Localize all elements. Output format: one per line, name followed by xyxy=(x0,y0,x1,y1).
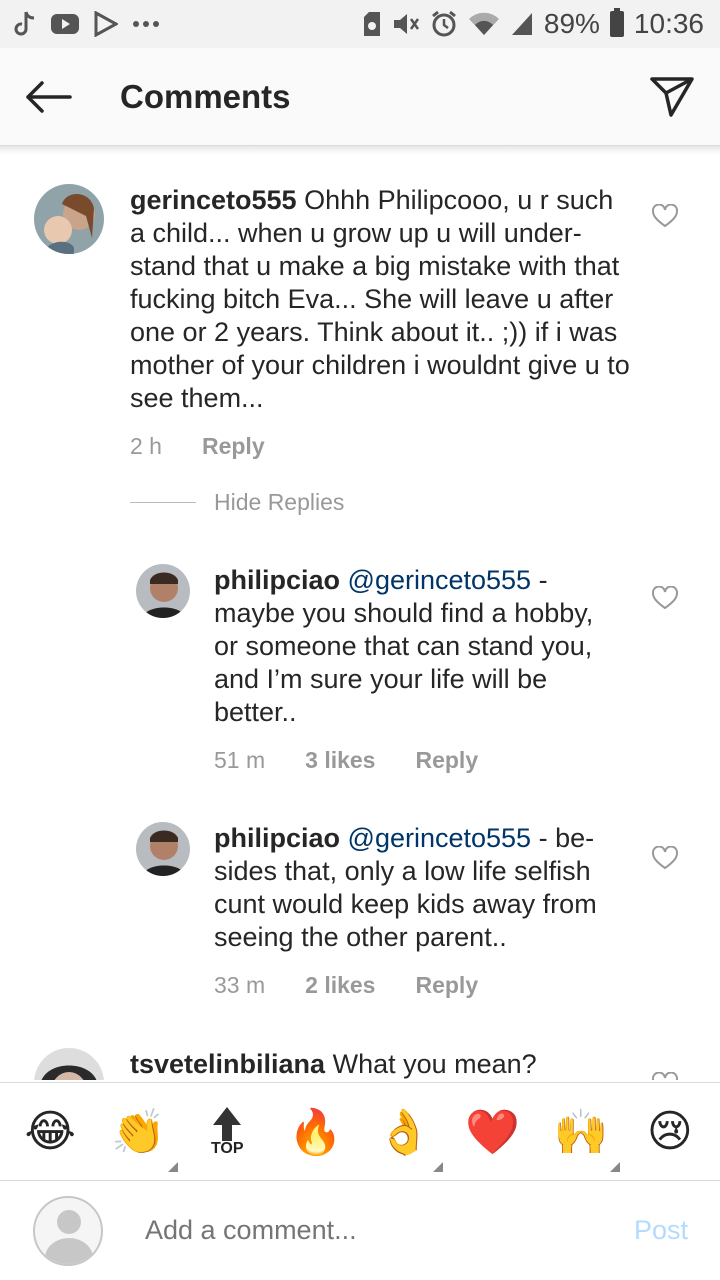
comment-item: tsvetelinbiliana What you mean? xyxy=(34,1048,634,1080)
clapping-hands-glyph: 👏 xyxy=(111,1106,167,1158)
avatar[interactable] xyxy=(34,184,104,254)
likes-count[interactable]: 2 likes xyxy=(305,972,375,999)
share-button[interactable] xyxy=(624,48,720,146)
comment-meta: 33 m 2 likes Reply xyxy=(214,972,624,999)
comment-time: 2 h xyxy=(130,433,162,459)
comment-input[interactable] xyxy=(145,1215,575,1246)
comment-time: 51 m xyxy=(214,747,266,773)
variant-indicator xyxy=(167,1161,178,1172)
raising-hands-emoji[interactable]: 🙌 xyxy=(546,1106,621,1172)
back-arrow-icon xyxy=(26,80,72,113)
top-label: TOP xyxy=(210,1139,244,1157)
comment-composer: Post xyxy=(0,1180,720,1280)
mention-link[interactable]: @gerinceto555 xyxy=(348,823,532,853)
back-button[interactable] xyxy=(0,48,96,146)
wifi-icon xyxy=(468,11,500,37)
reply-button[interactable]: Reply xyxy=(202,433,265,460)
comment-meta: 51 m 3 likes Reply xyxy=(214,747,624,774)
heart-icon[interactable] xyxy=(652,204,678,228)
ok-hand-glyph: 👌 xyxy=(376,1106,432,1158)
tiktok-icon xyxy=(14,10,36,38)
mute-icon xyxy=(392,11,420,37)
tears-of-joy-emoji[interactable]: 😂 xyxy=(15,1106,85,1157)
avatar[interactable] xyxy=(136,564,190,618)
avatar[interactable] xyxy=(136,822,190,876)
header-divider xyxy=(0,146,720,154)
avatar[interactable] xyxy=(34,1048,104,1080)
play-store-icon xyxy=(94,11,118,37)
hide-replies-label: Hide Replies xyxy=(214,489,345,515)
paper-plane-icon xyxy=(650,76,694,117)
reply-button[interactable]: Reply xyxy=(415,972,478,999)
sim-icon xyxy=(362,11,382,37)
comment-text: gerinceto555 Ohhh Philipcooo, u r such a… xyxy=(130,184,630,415)
raising-hands-glyph: 🙌 xyxy=(553,1106,609,1158)
youtube-icon xyxy=(50,13,80,35)
red-heart-emoji[interactable]: ❤️ xyxy=(458,1106,528,1158)
fire-emoji[interactable]: 🔥 xyxy=(281,1106,351,1158)
reply-item: philipciao @gerinceto555 - be-sides that… xyxy=(136,822,636,999)
more-dots-icon xyxy=(132,20,160,28)
arrow-stem xyxy=(222,1124,233,1141)
clapping-hands-emoji[interactable]: 👏 xyxy=(104,1106,178,1172)
page-title: Comments xyxy=(120,77,291,115)
avatar-head xyxy=(57,1209,81,1234)
comment-body: What you mean? xyxy=(332,1049,537,1079)
comment-text: philipciao @gerinceto555 - be-sides that… xyxy=(214,822,624,954)
username[interactable]: philipciao xyxy=(214,565,340,595)
comment-text: tsvetelinbiliana What you mean? xyxy=(130,1048,630,1080)
username[interactable]: philipciao xyxy=(214,823,340,853)
variant-indicator xyxy=(610,1161,621,1172)
reply-item: philipciao @gerinceto555 - maybe you sho… xyxy=(136,564,636,774)
reply-button[interactable]: Reply xyxy=(415,747,478,774)
heart-icon[interactable] xyxy=(652,586,678,610)
ok-hand-emoji[interactable]: 👌 xyxy=(369,1106,444,1172)
comment-body: Ohhh Philipcooo, u r such a child... whe… xyxy=(130,185,630,413)
heart-icon[interactable] xyxy=(652,846,678,870)
variant-indicator xyxy=(433,1161,444,1172)
comment-time: 33 m xyxy=(214,972,266,998)
comment-list[interactable]: gerinceto555 Ohhh Philipcooo, u r such a… xyxy=(0,154,720,1080)
username[interactable]: gerinceto555 xyxy=(130,185,297,215)
status-bar: 89% 10:36 xyxy=(0,0,720,48)
crying-face-emoji[interactable]: 😢 xyxy=(635,1106,705,1157)
comment-text: philipciao @gerinceto555 - maybe you sho… xyxy=(214,564,624,729)
up-arrow-icon xyxy=(213,1106,242,1125)
clock: 10:36 xyxy=(633,8,704,39)
comment-meta: 2 h Reply xyxy=(130,433,630,460)
top-arrow-emoji[interactable]: TOP xyxy=(192,1106,262,1157)
mention-link[interactable]: @gerinceto555 xyxy=(348,565,532,595)
post-button[interactable]: Post xyxy=(634,1215,688,1246)
comment-item: gerinceto555 Ohhh Philipcooo, u r such a… xyxy=(34,184,634,460)
battery-icon xyxy=(609,8,624,37)
alarm-icon xyxy=(430,10,458,38)
heart-icon[interactable] xyxy=(652,1072,678,1080)
header: Comments xyxy=(0,48,720,146)
username[interactable]: tsvetelinbiliana xyxy=(130,1049,325,1079)
battery-percent: 89% xyxy=(543,8,600,39)
hide-replies-toggle[interactable]: Hide Replies xyxy=(130,489,344,516)
user-avatar xyxy=(33,1195,103,1266)
quick-emoji-bar: 😂 👏 TOP 🔥 👌 ❤️ 🙌 😢 xyxy=(0,1082,720,1180)
avatar-body xyxy=(45,1237,93,1264)
divider xyxy=(130,502,196,503)
signal-icon xyxy=(510,11,534,37)
likes-count[interactable]: 3 likes xyxy=(305,747,375,774)
